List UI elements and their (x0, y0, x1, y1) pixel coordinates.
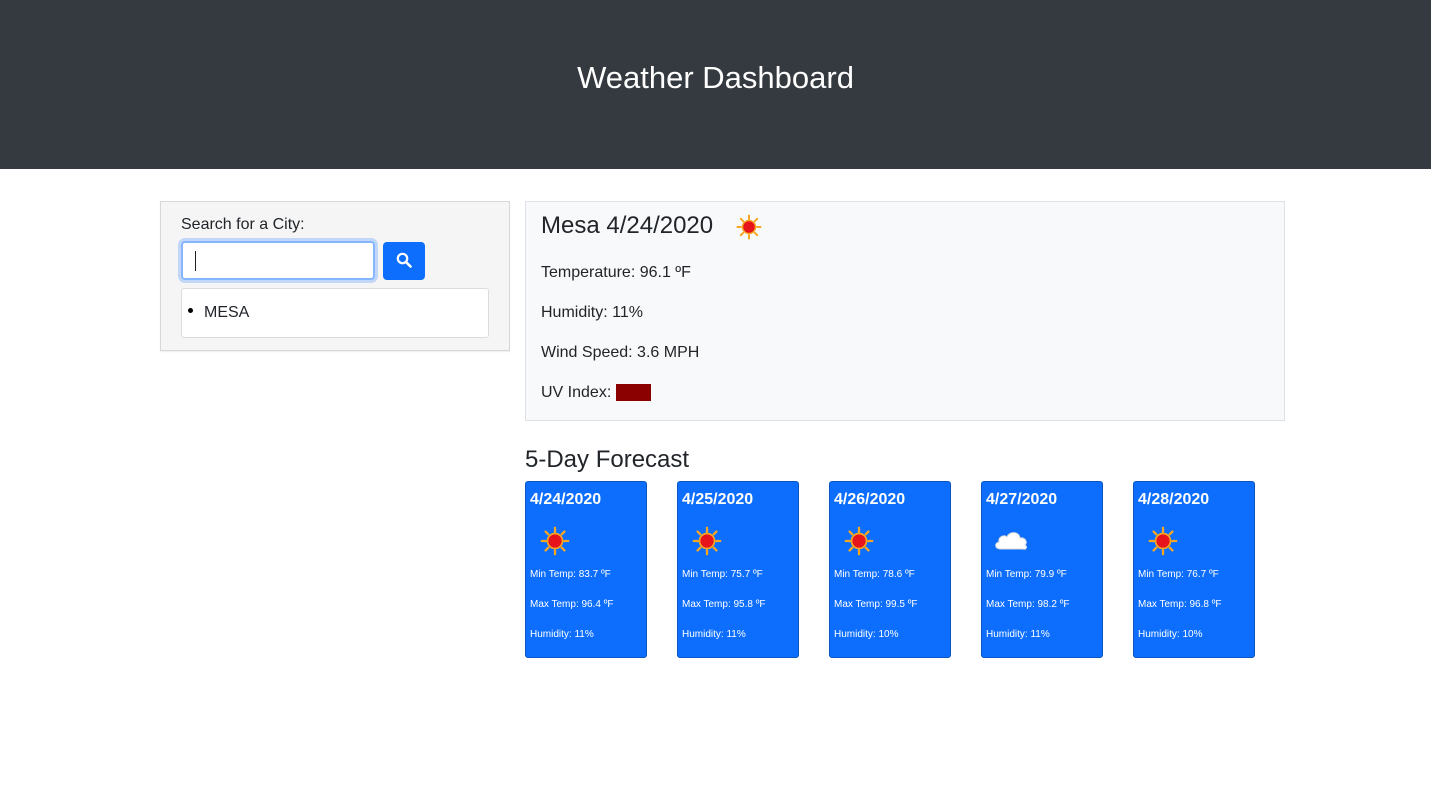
sun-icon (1148, 526, 1178, 561)
search-icon (396, 252, 412, 271)
forecast-min-temp: Min Temp: 76.7 ºF (1138, 569, 1219, 580)
bullet-icon (188, 308, 193, 314)
forecast-heading: 5-Day Forecast (525, 446, 690, 473)
search-history-list: MESA (181, 288, 489, 338)
history-item-label: MESA (204, 304, 250, 321)
forecast-date: 4/27/2020 (986, 491, 1058, 508)
forecast-max-temp: Max Temp: 96.8 ºF (1138, 599, 1222, 610)
sun-icon (844, 526, 874, 561)
sun-icon (540, 526, 570, 561)
forecast-card: 4/27/2020 Min Temp: 79.9 ºF Max Temp: 98… (981, 481, 1103, 658)
text-caret (195, 251, 196, 271)
sun-icon (692, 526, 722, 561)
forecast-humidity: Humidity: 11% (530, 629, 594, 640)
forecast-min-temp: Min Temp: 79.9 ºF (986, 569, 1067, 580)
forecast-max-temp: Max Temp: 98.2 ºF (986, 599, 1070, 610)
current-humidity: Humidity: 11% (541, 304, 643, 321)
history-item-mesa[interactable]: MESA (188, 303, 249, 323)
current-wind-speed: Wind Speed: 3.6 MPH (541, 344, 700, 361)
cloud-icon (992, 528, 1030, 557)
page-title: Weather Dashboard (577, 60, 854, 95)
forecast-humidity: Humidity: 11% (682, 629, 746, 640)
forecast-humidity: Humidity: 11% (986, 629, 1050, 640)
forecast-date: 4/24/2020 (530, 491, 602, 508)
uv-index-badge: 9.08 (615, 384, 651, 401)
forecast-date: 4/28/2020 (1138, 491, 1210, 508)
forecast-card: 4/28/2020 Min Temp: 76.7 ºF Max Temp: 96… (1133, 481, 1255, 658)
current-uv-index: UV Index: 9.08 (541, 383, 651, 403)
search-button[interactable] (383, 242, 425, 280)
search-label: Search for a City: (181, 216, 305, 233)
forecast-max-temp: Max Temp: 99.5 ºF (834, 599, 918, 610)
page-header: Weather Dashboard (0, 0, 1431, 169)
forecast-min-temp: Min Temp: 83.7 ºF (530, 569, 611, 580)
forecast-card: 4/24/2020 Min Temp: 83.7 ºF Max Temp: 96… (525, 481, 647, 658)
search-input[interactable] (181, 241, 375, 280)
current-weather-card: Mesa 4/24/2020 Temperature: 96.1 ºF Humi… (525, 201, 1285, 421)
forecast-date: 4/26/2020 (834, 491, 906, 508)
current-temperature: Temperature: 96.1 ºF (541, 264, 691, 281)
uv-index-label: UV Index: (541, 384, 616, 401)
forecast-humidity: Humidity: 10% (1138, 629, 1203, 640)
forecast-min-temp: Min Temp: 75.7 ºF (682, 569, 763, 580)
current-city-title: Mesa 4/24/2020 (541, 212, 714, 239)
forecast-max-temp: Max Temp: 95.8 ºF (682, 599, 766, 610)
forecast-card: 4/25/2020 Min Temp: 75.7 ºF Max Temp: 95… (677, 481, 799, 658)
forecast-max-temp: Max Temp: 96.4 ºF (530, 599, 614, 610)
forecast-date: 4/25/2020 (682, 491, 754, 508)
sun-icon (736, 214, 762, 245)
forecast-humidity: Humidity: 10% (834, 629, 899, 640)
search-panel: Search for a City: MESA (160, 201, 510, 351)
forecast-min-temp: Min Temp: 78.6 ºF (834, 569, 915, 580)
forecast-card: 4/26/2020 Min Temp: 78.6 ºF Max Temp: 99… (829, 481, 951, 658)
